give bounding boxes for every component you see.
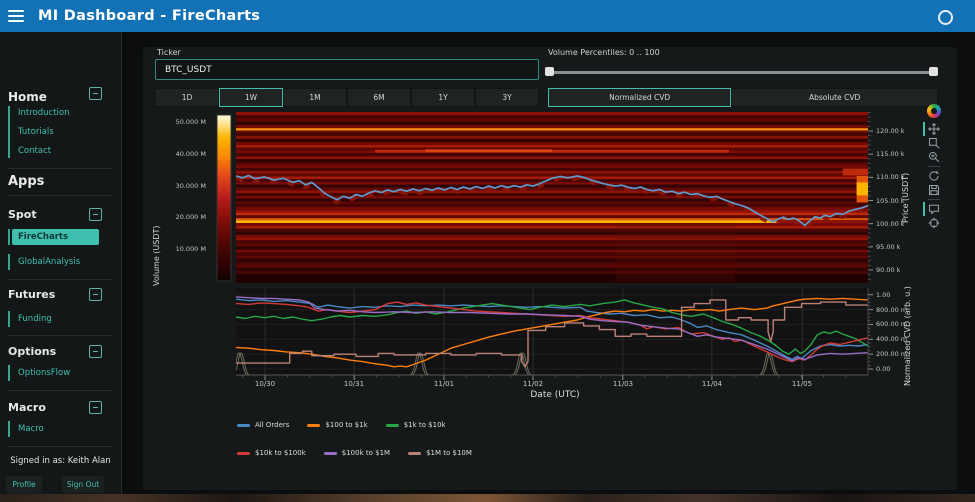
legend-row-2: $10k to $100k $100k to $1M $1M to $10M (237, 449, 472, 457)
background-photo-strip (0, 494, 975, 502)
price-tick-label: 120.00 k (876, 127, 905, 135)
sidebar-item-contact[interactable]: Contact (18, 146, 51, 156)
price-tick-label: 95.00 k (876, 243, 900, 251)
sidebar-home-header: Home (8, 90, 47, 104)
cvd-button-normalized-cvd[interactable]: Normalized CVD (548, 88, 731, 107)
percentile-slider-max-handle[interactable] (929, 67, 938, 76)
pan-icon[interactable] (927, 122, 942, 136)
price-axis-label: Price (USDT) (901, 150, 910, 245)
sidebar-group-futures: Futures (8, 288, 55, 301)
signed-in-text: Signed in as: Keith Alan (0, 456, 121, 466)
volume-axis-label: Volume (USDT) (152, 200, 161, 312)
cvd-button-absolute-cvd[interactable]: Absolute CVD (731, 88, 938, 107)
sidebar-group-options: Options (8, 345, 56, 358)
date-tick-label: 10/30 (248, 380, 282, 388)
range-button-1y[interactable]: 1Y (411, 88, 475, 107)
volume-tick-label: 20.000 M (160, 213, 206, 221)
range-button-3y[interactable]: 3Y (475, 88, 539, 107)
collapse-icon[interactable] (89, 345, 102, 358)
sidebar-item-firecharts-selected[interactable]: FireCharts (12, 229, 99, 245)
date-tick-label: 11/01 (427, 380, 461, 388)
sidebar: Home Introduction Tutorials Contact Apps Spot… (0, 32, 122, 494)
box-zoom-icon[interactable] (927, 136, 942, 150)
legend-item--100-to-1k[interactable]: $100 to $1k (307, 421, 367, 429)
sidebar-item-optionsflow[interactable]: OptionsFlow (18, 368, 70, 378)
sign-out-button[interactable]: Sign Out (62, 476, 104, 493)
range-button-1m[interactable]: 1M (283, 88, 347, 107)
collapse-icon[interactable] (89, 87, 102, 100)
ticker-label: Ticker (157, 48, 181, 57)
collapse-icon[interactable] (89, 401, 102, 414)
volume-tick-label: 40.000 M (160, 150, 206, 158)
cvd-button-group: Normalized CVDAbsolute CVD (548, 88, 938, 107)
percentiles-label: Volume Percentiles: 0 .. 100 (548, 48, 660, 57)
top-navbar: MI Dashboard - FireCharts (0, 0, 975, 32)
cvd-axis-label: Normalized CVD (arb. u.) (903, 280, 912, 392)
app-title: MI Dashboard - FireCharts (38, 8, 260, 24)
legend-item--10k-to-100k[interactable]: $10k to $100k (237, 449, 306, 457)
legend-item-all-orders[interactable]: All Orders (237, 421, 289, 429)
legend-item--1k-to-10k[interactable]: $1k to $10k (386, 421, 446, 429)
legend-item--100k-to-1m[interactable]: $100k to $1M (324, 449, 390, 457)
sidebar-item-introduction[interactable]: Introduction (18, 108, 69, 118)
sidebar-group-spot: Spot (8, 208, 37, 221)
date-tick-label: 11/04 (695, 380, 729, 388)
sidebar-item-globalanalysis[interactable]: GlobalAnalysis (18, 257, 80, 267)
cvd-tick-label: 0.00 (876, 365, 890, 373)
legend-item--1m-to-10m[interactable]: $1M to $10M (408, 449, 472, 457)
range-button-group: 1D1W1M6M1Y3Y (155, 88, 539, 107)
range-button-6m[interactable]: 6M (347, 88, 411, 107)
volume-tick-label: 50.000 M (160, 118, 206, 126)
bokeh-logo-icon[interactable] (927, 104, 941, 118)
percentile-slider-track[interactable] (549, 71, 937, 74)
sidebar-apps-header: Apps (8, 174, 44, 189)
range-button-1d[interactable]: 1D (155, 88, 219, 107)
sidebar-item-tutorials[interactable]: Tutorials (18, 127, 54, 137)
sidebar-item-funding[interactable]: Funding (18, 314, 52, 324)
date-tick-label: 11/02 (516, 380, 550, 388)
hover-icon[interactable] (927, 202, 942, 216)
date-tick-label: 11/03 (606, 380, 640, 388)
legend-row-1: All Orders $100 to $1k $1k to $10k (237, 421, 446, 429)
chart-toolbar (924, 104, 944, 230)
volume-tick-label: 10.000 M (160, 245, 206, 253)
status-circle-icon[interactable] (938, 10, 953, 25)
price-tick-label: 90.00 k (876, 266, 900, 274)
volume-tick-label: 30.000 M (160, 182, 206, 190)
date-axis-label: Date (UTC) (500, 390, 610, 400)
collapse-icon[interactable] (89, 208, 102, 221)
range-button-1w[interactable]: 1W (219, 88, 283, 107)
cvd-tick-label: 1.00 (876, 291, 890, 299)
crosshair-icon[interactable] (927, 216, 942, 230)
date-tick-label: 10/31 (337, 380, 371, 388)
save-icon[interactable] (927, 183, 942, 197)
profile-button[interactable]: Profile (6, 476, 42, 493)
date-tick-label: 11/05 (785, 380, 819, 388)
collapse-icon[interactable] (89, 288, 102, 301)
wheel-zoom-icon[interactable] (927, 150, 942, 164)
ticker-input[interactable] (155, 59, 539, 80)
reset-icon[interactable] (927, 169, 942, 183)
hamburger-menu-icon[interactable] (8, 10, 24, 22)
sidebar-group-macro: Macro (8, 401, 46, 414)
sidebar-item-macro[interactable]: Macro (18, 424, 44, 434)
percentile-slider-min-handle[interactable] (545, 67, 554, 76)
